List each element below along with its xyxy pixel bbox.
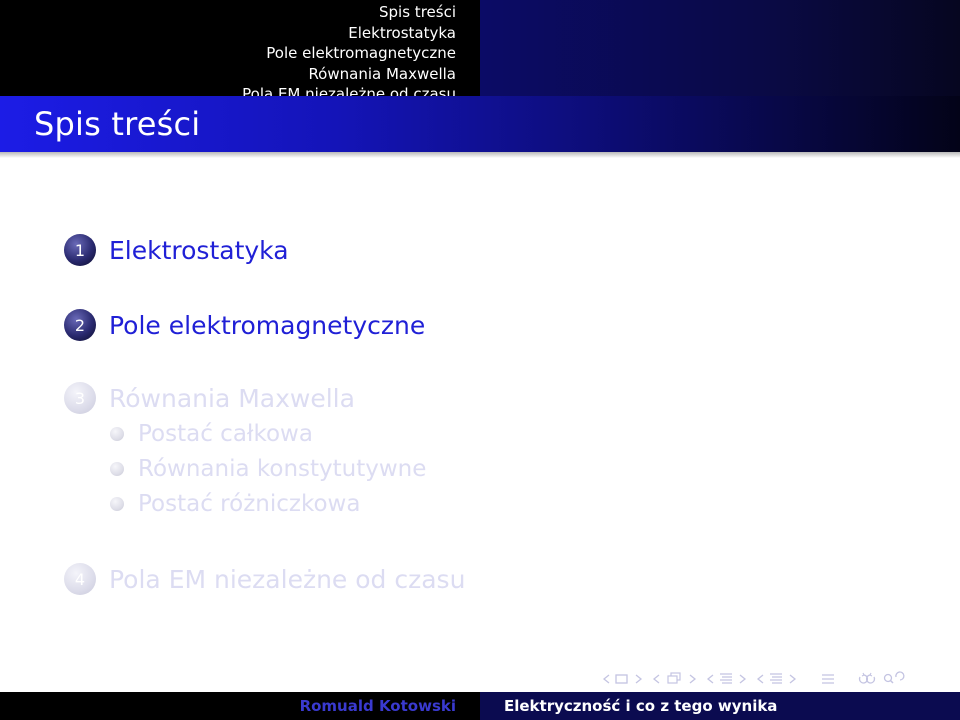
section-number-ball: 1 — [64, 234, 96, 266]
subsection-label: Postać różniczkowa — [138, 491, 361, 517]
subsection-bullet-icon — [110, 462, 124, 476]
back-forward-search-icon[interactable] — [854, 668, 906, 690]
nav-item-rownania-maxwella[interactable]: Równania Maxwella — [308, 64, 456, 85]
section-icon[interactable] — [718, 668, 734, 690]
section-number-ball: 2 — [64, 309, 96, 341]
top-navigation-bar: Spis treści Elektrostatyka Pole elektrom… — [0, 0, 960, 103]
presentation-next-icon[interactable] — [786, 668, 816, 690]
frame-next-icon[interactable] — [632, 668, 648, 690]
nav-item-elektrostatyka[interactable]: Elektrostatyka — [348, 23, 456, 44]
subsection-bullet-icon — [110, 427, 124, 441]
subsection-label: Równania konstytutywne — [138, 456, 427, 482]
frame-title: Spis treści — [34, 105, 201, 143]
toc-subsection-2[interactable]: Równania konstytutywne — [110, 456, 426, 482]
section-prev-icon[interactable] — [704, 668, 716, 690]
align-icon[interactable] — [818, 668, 852, 690]
footline-author-box: Romuald Kotowski — [0, 692, 480, 720]
frame-prev-icon[interactable] — [600, 668, 612, 690]
subsection-icon[interactable] — [664, 668, 684, 690]
nav-item-spis-tresci[interactable]: Spis treści — [379, 2, 456, 23]
footer-author: Romuald Kotowski — [299, 697, 456, 715]
section-number-ball: 4 — [64, 563, 96, 595]
subsection-navigation — [480, 0, 960, 96]
toc-subsection-3[interactable]: Postać różniczkowa — [110, 491, 360, 517]
section-label: Pole elektromagnetyczne — [109, 310, 426, 340]
subsection-next-icon[interactable] — [686, 668, 702, 690]
footer-title: Elektryczność i co z tego wynika — [504, 697, 778, 715]
footline: Romuald Kotowski Elektryczność i co z te… — [0, 692, 960, 720]
section-prev-icon-2[interactable] — [754, 668, 766, 690]
section-label: Elektrostatyka — [109, 235, 289, 265]
subsection-label: Postać całkowa — [138, 421, 313, 447]
toc-section-4[interactable]: 4 Pola EM niezależne od czasu — [64, 563, 465, 595]
presentation-icon[interactable] — [768, 668, 784, 690]
footline-title-box: Elektryczność i co z tego wynika — [480, 692, 960, 720]
section-number-ball: 3 — [64, 382, 96, 414]
subsection-bullet-icon — [110, 497, 124, 511]
frame-icon[interactable] — [614, 668, 630, 690]
toc-section-3[interactable]: 3 Równania Maxwella — [64, 382, 355, 414]
section-label: Równania Maxwella — [109, 383, 355, 413]
frame-title-bar: Spis treści — [0, 96, 960, 152]
title-bar-shadow — [0, 152, 960, 158]
subsection-prev-icon[interactable] — [650, 668, 662, 690]
section-navigation: Spis treści Elektrostatyka Pole elektrom… — [0, 0, 480, 103]
toc-section-1[interactable]: 1 Elektrostatyka — [64, 234, 289, 266]
section-label: Pola EM niezależne od czasu — [109, 564, 466, 594]
section-next-icon[interactable] — [736, 668, 752, 690]
toc-section-2[interactable]: 2 Pole elektromagnetyczne — [64, 309, 425, 341]
nav-item-pole-elektromagnetyczne[interactable]: Pole elektromagnetyczne — [266, 43, 456, 64]
navigation-symbols — [600, 668, 906, 690]
toc-subsection-1[interactable]: Postać całkowa — [110, 421, 313, 447]
